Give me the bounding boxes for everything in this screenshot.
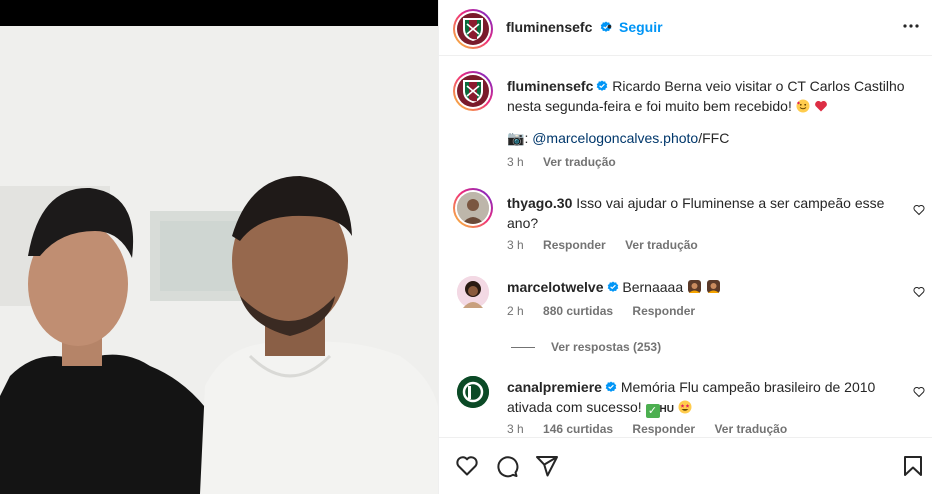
fluminense-crest-icon — [463, 18, 483, 41]
more-options-icon[interactable] — [901, 16, 921, 36]
comments-scroll-area[interactable]: fluminensefc Ricardo Berna veio visitar … — [439, 57, 932, 437]
user-photo-icon — [457, 276, 489, 308]
comment: thyago.30 Isso vai ajudar o Fluminense a… — [507, 193, 887, 233]
comment-avatar[interactable] — [457, 376, 489, 408]
camera-icon: 📷 — [507, 130, 525, 146]
post-media[interactable] — [0, 0, 438, 494]
verified-icon — [607, 281, 618, 292]
view-replies-button[interactable]: Ver respostas (253) — [511, 340, 661, 354]
red-heart-emoji-icon — [814, 101, 827, 112]
comment-likes[interactable]: 880 curtidas — [543, 304, 613, 318]
view-replies-divider — [511, 347, 535, 349]
comment-time[interactable]: 3 h — [507, 422, 524, 436]
reply-link[interactable]: Responder — [632, 422, 695, 436]
like-comment-heart-icon[interactable] — [913, 286, 925, 298]
comment: marcelotwelve Bernaaaa — [507, 277, 887, 297]
bookmark-icon[interactable] — [901, 454, 925, 478]
photo-credit-link[interactable]: @marcelogoncalves.photo — [532, 130, 698, 146]
verified-icon — [605, 381, 617, 392]
view-replies-label: Ver respostas (253) — [551, 340, 662, 354]
comment-username[interactable]: canalpremiere — [507, 379, 602, 395]
caption-meta: 3 h Ver tradução — [507, 155, 632, 169]
caption-credit-line: 📷: @marcelogoncalves.photo/FFC — [507, 130, 730, 146]
reply-link[interactable]: Responder — [632, 304, 695, 318]
person-raising-hands-emoji-icon — [688, 280, 701, 293]
header-username-row: fluminensefc — [506, 19, 612, 37]
translate-link[interactable]: Ver tradução — [714, 422, 787, 436]
post-side-panel: fluminensefc • Seguir fluminensefc Ricar… — [438, 0, 932, 494]
photo-credit-suffix: /FFC — [698, 130, 730, 146]
comment: canalpremiere Memória Flu campeão brasil… — [507, 377, 887, 420]
user-photo-icon — [457, 192, 489, 224]
post-photo — [0, 26, 438, 494]
photo-illustration — [0, 26, 438, 494]
follow-button[interactable]: Seguir — [619, 19, 663, 35]
comment-meta: 3 h 146 curtidas Responder Ver tradução — [507, 422, 803, 436]
comment-username[interactable]: thyago.30 — [507, 195, 572, 211]
caption-time[interactable]: 3 h — [507, 155, 524, 169]
comment-time[interactable]: 3 h — [507, 238, 524, 252]
translate-link[interactable]: Ver tradução — [625, 238, 698, 252]
comment-avatar[interactable] — [457, 276, 489, 308]
caption: fluminensefc Ricardo Berna veio visitar … — [507, 76, 917, 116]
star-struck-emoji-icon — [678, 400, 692, 414]
author-avatar[interactable] — [453, 9, 493, 49]
comment-username[interactable]: marcelotwelve — [507, 279, 604, 295]
heart-icon[interactable] — [455, 454, 479, 478]
reply-link[interactable]: Responder — [543, 238, 606, 252]
hu-badge: HU — [659, 404, 674, 415]
post-header: fluminensefc • Seguir — [439, 0, 932, 56]
like-comment-heart-icon[interactable] — [913, 386, 925, 398]
verified-icon — [597, 80, 608, 91]
header-separator: • — [607, 18, 612, 34]
comment-time[interactable]: 2 h — [507, 304, 524, 318]
caption-username[interactable]: fluminensefc — [507, 78, 593, 94]
header-username[interactable]: fluminensefc — [506, 19, 592, 35]
check-mark-emoji-icon: ✓ — [645, 404, 660, 418]
post-actions-bar — [439, 437, 932, 494]
comment-meta: 2 h 880 curtidas Responder — [507, 304, 711, 318]
comment-avatar[interactable] — [453, 188, 493, 228]
person-raising-hands-emoji-icon — [706, 280, 720, 293]
share-icon[interactable] — [535, 454, 559, 478]
comment-likes[interactable]: 146 curtidas — [543, 422, 613, 436]
smiling-hearts-emoji-icon — [796, 99, 810, 113]
like-comment-heart-icon[interactable] — [913, 204, 925, 216]
canal-premiere-logo-icon — [457, 376, 489, 408]
comment-icon[interactable] — [495, 454, 519, 478]
caption-translate-link[interactable]: Ver tradução — [543, 155, 616, 169]
comment-text: Bernaaaa — [622, 279, 684, 295]
caption-author-avatar[interactable] — [453, 71, 493, 111]
comment-meta: 3 h Responder Ver tradução — [507, 238, 714, 252]
fluminense-crest-icon — [463, 80, 483, 103]
